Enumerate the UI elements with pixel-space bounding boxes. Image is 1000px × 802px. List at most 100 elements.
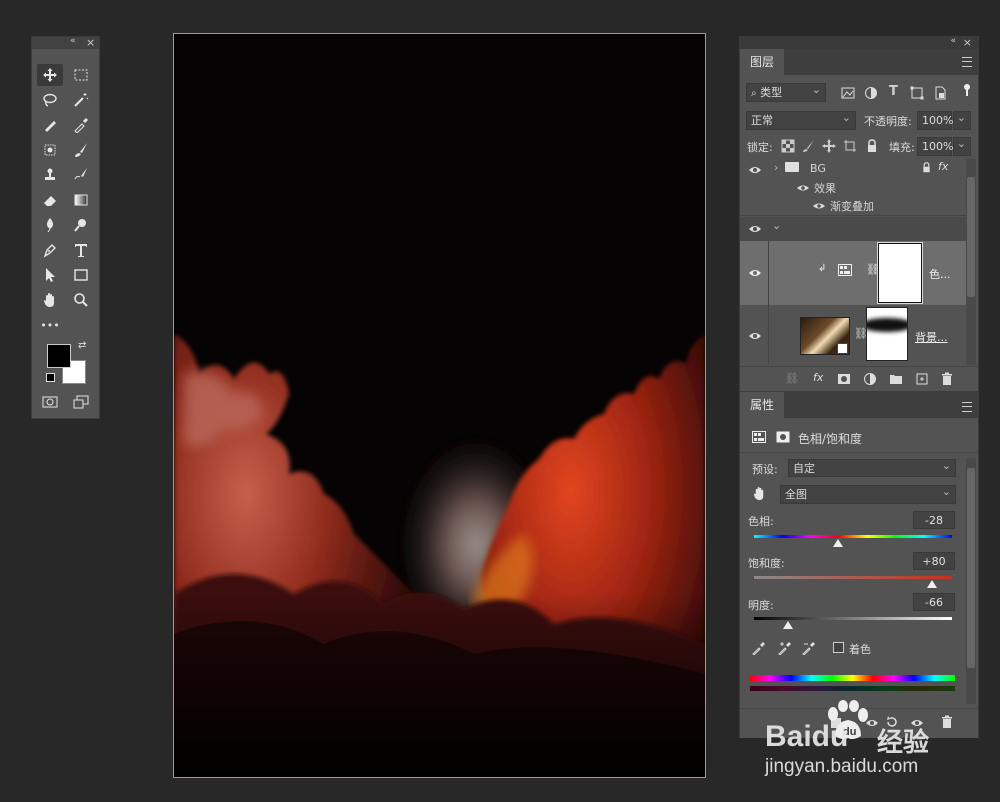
shape-layer-filter-icon[interactable] (910, 86, 924, 103)
path-selection-tool-icon[interactable] (37, 264, 63, 286)
dodge-tool-icon[interactable] (68, 214, 94, 236)
lock-position-icon[interactable] (822, 139, 836, 156)
document-canvas[interactable] (173, 33, 706, 778)
screen-mode-icon[interactable] (68, 391, 94, 413)
add-to-sample-eyedropper-icon[interactable] (778, 641, 792, 658)
blend-mode-dropdown[interactable]: 正常 (746, 109, 856, 130)
lock-pixels-icon[interactable] (802, 139, 816, 156)
fill-slider-toggle[interactable] (953, 135, 971, 156)
subtract-from-sample-eyedropper-icon[interactable] (802, 641, 816, 658)
layer-row-bg-group[interactable]: › BG fx 效果 渐变叠加 (740, 159, 966, 215)
lightness-value-input[interactable]: -66 (913, 593, 955, 611)
colorize-checkbox[interactable] (833, 642, 844, 653)
slice-tool-icon[interactable] (37, 114, 63, 136)
layer-row-hue-saturation[interactable]: ↲ ⛓ 色... (740, 241, 966, 305)
eyedropper-tool-icon[interactable] (68, 114, 94, 136)
fx-badge[interactable]: fx (938, 160, 948, 173)
targeted-adjustment-hand-icon[interactable] (752, 486, 767, 504)
add-mask-icon[interactable] (837, 372, 851, 389)
layers-panel-menu-icon[interactable] (962, 57, 972, 67)
visibility-eye-icon[interactable] (748, 266, 762, 280)
layer-filter-dropdown[interactable]: ⌕ 类型 (746, 81, 826, 102)
eraser-tool-icon[interactable] (37, 189, 63, 211)
layers-panel-title-bar[interactable] (740, 37, 978, 49)
layer-name[interactable]: BG (810, 162, 826, 175)
channel-dropdown[interactable]: 全图 (780, 483, 956, 504)
saturation-slider-handle[interactable] (927, 580, 938, 588)
scrollbar-thumb[interactable] (967, 468, 975, 668)
marquee-tool-icon[interactable] (68, 64, 94, 86)
history-brush-tool-icon[interactable] (68, 164, 94, 186)
lock-transparent-icon[interactable] (781, 139, 795, 156)
type-tool-icon[interactable] (68, 239, 94, 261)
pixel-layer-filter-icon[interactable] (841, 86, 855, 103)
type-layer-filter-icon[interactable]: T (889, 84, 898, 99)
tab-layers[interactable]: 图层 (740, 49, 784, 75)
move-tool-icon[interactable] (37, 64, 63, 86)
link-layers-icon[interactable]: ⛓ (785, 372, 799, 385)
layer-row-background[interactable]: ⛓ 背景... (740, 305, 966, 365)
lightness-slider-handle[interactable] (782, 621, 793, 629)
foreground-color-swatch[interactable] (47, 344, 71, 368)
hand-tool-icon[interactable] (37, 289, 63, 311)
saturation-value-input[interactable]: +80 (913, 552, 955, 570)
pen-tool-icon[interactable] (37, 239, 63, 261)
swap-colors-icon[interactable]: ⇄ (78, 340, 86, 351)
properties-panel-menu-icon[interactable] (962, 402, 972, 412)
clone-stamp-tool-icon[interactable] (37, 164, 63, 186)
lock-artboard-icon[interactable] (843, 139, 857, 156)
delete-layer-trash-icon[interactable] (940, 372, 954, 389)
layer-mask-thumbnail[interactable] (866, 307, 908, 361)
zoom-tool-icon[interactable] (68, 289, 94, 311)
visibility-eye-icon[interactable] (748, 222, 762, 236)
hue-slider-handle[interactable] (832, 539, 843, 547)
saturation-slider-track[interactable] (754, 576, 952, 579)
layer-name[interactable]: 背景... (915, 329, 948, 345)
visibility-eye-icon[interactable] (748, 163, 762, 177)
new-adjustment-layer-icon[interactable] (863, 372, 877, 389)
quick-mask-icon[interactable] (37, 391, 63, 413)
mask-icon[interactable] (776, 430, 790, 447)
rectangle-tool-icon[interactable] (68, 264, 94, 286)
preset-dropdown[interactable]: 自定 (788, 457, 956, 477)
layer-mask-thumbnail[interactable] (877, 242, 923, 304)
healing-brush-tool-icon[interactable] (37, 139, 63, 161)
toolbox-collapse-button[interactable]: « (70, 36, 76, 46)
visibility-eye-icon[interactable] (748, 329, 762, 343)
layers-close-button[interactable]: × (963, 36, 972, 49)
tab-properties[interactable]: 属性 (740, 392, 784, 418)
fill-input[interactable]: 100% (917, 137, 953, 156)
eyedropper-icon[interactable] (752, 641, 766, 658)
lightness-slider-track[interactable] (754, 617, 952, 620)
smart-object-filter-icon[interactable] (933, 86, 947, 103)
default-colors-icon[interactable] (46, 373, 55, 382)
toolbox-close-button[interactable]: × (86, 36, 95, 49)
hue-slider-track[interactable] (754, 535, 952, 538)
opacity-input[interactable]: 100% (917, 111, 953, 130)
magic-wand-tool-icon[interactable] (68, 89, 94, 111)
effects-visibility-eye-icon[interactable] (796, 181, 810, 195)
hue-value-input[interactable]: -28 (913, 511, 955, 529)
lasso-tool-icon[interactable] (37, 89, 63, 111)
collapse-chevron-icon[interactable]: ⌄ (772, 219, 781, 232)
new-layer-icon[interactable] (915, 372, 929, 389)
gradient-tool-icon[interactable] (68, 189, 94, 211)
add-layer-style-button[interactable]: fx (813, 371, 823, 384)
new-group-folder-icon[interactable] (889, 372, 903, 389)
properties-scrollbar[interactable] (966, 458, 976, 704)
filter-toggle-icon[interactable] (960, 83, 974, 100)
adjustment-layer-filter-icon[interactable] (864, 86, 878, 103)
lock-all-icon[interactable] (865, 139, 879, 156)
opacity-slider-toggle[interactable] (953, 109, 971, 130)
expand-chevron-icon[interactable]: › (774, 161, 778, 174)
scrollbar-thumb[interactable] (967, 177, 975, 297)
layer-row-group-2[interactable]: ⌄ (740, 217, 966, 241)
gradient-overlay-label[interactable]: 渐变叠加 (830, 198, 874, 214)
more-tools-icon[interactable]: ••• (37, 314, 63, 336)
brush-tool-icon[interactable] (68, 139, 94, 161)
layer-name[interactable]: 色... (929, 266, 951, 282)
layers-scrollbar[interactable] (966, 159, 976, 365)
layers-collapse-button[interactable]: « (950, 36, 956, 46)
blur-tool-icon[interactable] (37, 214, 63, 236)
gradient-overlay-eye-icon[interactable] (812, 199, 826, 213)
